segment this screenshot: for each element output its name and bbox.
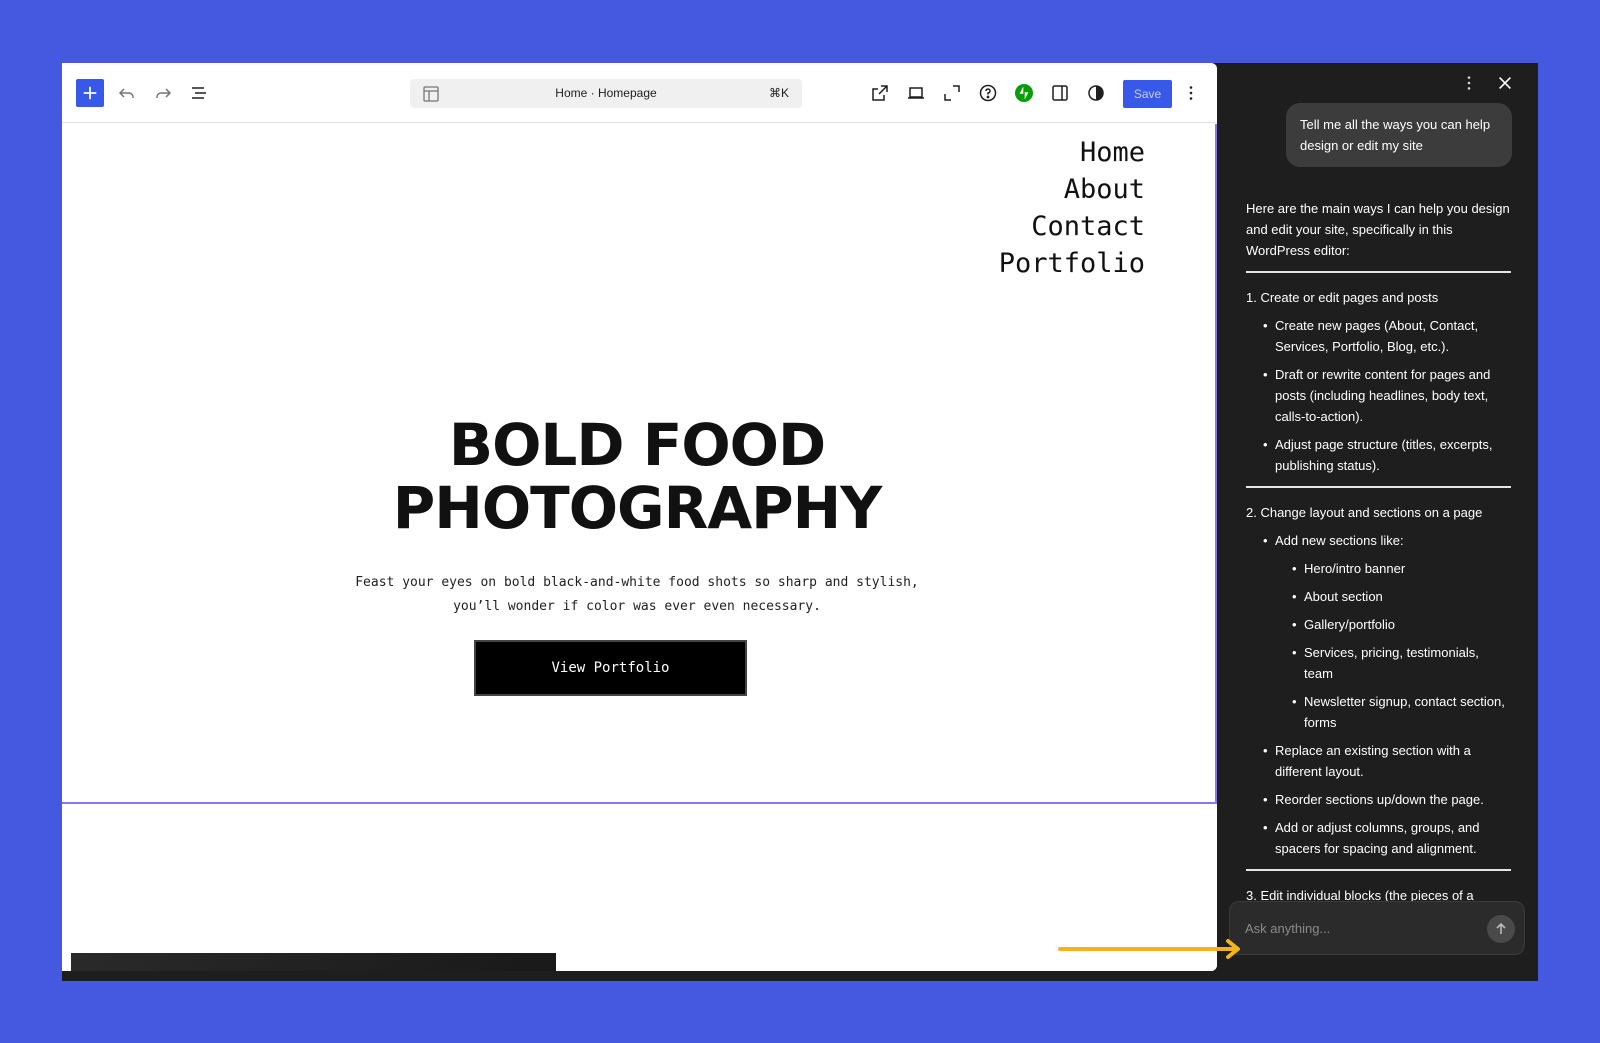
view-site-button[interactable] — [866, 79, 894, 107]
more-vertical-icon — [1467, 76, 1471, 90]
nav-item-home[interactable]: Home — [999, 134, 1145, 171]
list-item-lead: Add new sections like: — [1275, 533, 1404, 548]
undo-button[interactable] — [113, 79, 141, 107]
save-button[interactable]: Save — [1123, 80, 1172, 108]
hero-heading-line1: BOLD FOOD — [448, 411, 826, 479]
styles-icon — [1088, 85, 1104, 101]
document-bar[interactable]: Home · Homepage ⌘K — [410, 79, 802, 108]
view-portfolio-button[interactable]: View Portfolio — [474, 640, 747, 696]
plus-icon — [83, 86, 97, 100]
next-section[interactable] — [62, 808, 1217, 971]
hero-description[interactable]: Feast your eyes on bold black-and-white … — [62, 571, 1212, 619]
nav-item-portfolio[interactable]: Portfolio — [999, 245, 1145, 282]
close-assistant-button[interactable] — [1493, 71, 1517, 95]
sidebar-icon — [1052, 85, 1068, 101]
food-photo[interactable] — [71, 953, 556, 971]
more-vertical-icon — [1189, 86, 1193, 100]
help-button[interactable] — [974, 79, 1002, 107]
editor-canvas[interactable]: Home About Contact Portfolio BOLD FOOD P… — [62, 124, 1217, 804]
external-link-icon — [872, 85, 888, 101]
fullscreen-icon — [944, 85, 960, 101]
settings-sidebar-button[interactable] — [1046, 79, 1074, 107]
list-item: Adjust page structure (titles, excerpts,… — [1246, 434, 1511, 476]
jetpack-icon — [1015, 84, 1033, 102]
user-message-bubble: Tell me all the ways you can help design… — [1286, 103, 1512, 167]
list-item: Draft or rewrite content for pages and p… — [1246, 364, 1511, 427]
list-view-button[interactable] — [185, 79, 213, 107]
sub-list-item: Newsletter signup, contact section, form… — [1275, 691, 1511, 733]
divider — [1246, 869, 1511, 871]
hero-heading[interactable]: BOLD FOOD PHOTOGRAPHY — [62, 414, 1212, 540]
ai-assistant-panel: Tell me all the ways you can help design… — [1217, 63, 1538, 981]
list-item: Replace an existing section with a diffe… — [1246, 740, 1511, 782]
add-block-button[interactable] — [76, 79, 104, 107]
document-title: Home · Homepage — [555, 86, 657, 100]
site-editor: Home · Homepage ⌘K Save Home About Conta… — [62, 63, 1217, 971]
styles-button[interactable] — [1082, 79, 1110, 107]
arrow-up-icon — [1496, 922, 1506, 934]
assistant-reply: Here are the main ways I can help you de… — [1246, 198, 1511, 968]
send-button[interactable] — [1487, 915, 1515, 943]
jetpack-button[interactable] — [1010, 79, 1038, 107]
assistant-options-button[interactable] — [1457, 71, 1481, 95]
sub-list: Hero/intro banner About section Gallery/… — [1275, 558, 1511, 733]
nav-item-about[interactable]: About — [999, 171, 1145, 208]
list-item: Add new sections like: Hero/intro banner… — [1246, 530, 1511, 733]
command-shortcut: ⌘K — [768, 86, 789, 100]
editor-toolbar: Home · Homepage ⌘K Save — [62, 63, 1217, 123]
divider — [1246, 486, 1511, 488]
fullscreen-button[interactable] — [938, 79, 966, 107]
device-preview-button[interactable] — [902, 79, 930, 107]
nav-item-contact[interactable]: Contact — [999, 208, 1145, 245]
desktop-icon — [908, 87, 924, 99]
undo-icon — [118, 88, 134, 98]
options-button[interactable] — [1177, 79, 1205, 107]
list-item: Reorder sections up/down the page. — [1246, 789, 1511, 810]
sub-list-item: Hero/intro banner — [1275, 558, 1511, 579]
redo-button[interactable] — [149, 79, 177, 107]
list-item: Add or adjust columns, groups, and space… — [1246, 817, 1511, 859]
chat-input-container — [1229, 901, 1525, 955]
list-view-icon — [192, 87, 206, 99]
reply-intro: Here are the main ways I can help you de… — [1246, 201, 1510, 258]
close-icon — [1499, 77, 1511, 89]
sub-list-item: About section — [1275, 586, 1511, 607]
hero-heading-line2: PHOTOGRAPHY — [392, 474, 882, 542]
section-list: Create new pages (About, Contact, Servic… — [1246, 315, 1511, 476]
list-item: Create new pages (About, Contact, Servic… — [1246, 315, 1511, 357]
help-icon — [979, 84, 997, 102]
divider — [1246, 271, 1511, 273]
section-heading: 2. Change layout and sections on a page — [1246, 505, 1483, 520]
redo-icon — [156, 88, 172, 98]
chat-input[interactable] — [1230, 902, 1470, 954]
sub-list-item: Gallery/portfolio — [1275, 614, 1511, 635]
annotation-arrow-icon — [1058, 939, 1240, 959]
sub-list-item: Services, pricing, testimonials, team — [1275, 642, 1511, 684]
site-navigation: Home About Contact Portfolio — [999, 134, 1145, 282]
section-list: Add new sections like: Hero/intro banner… — [1246, 530, 1511, 859]
section-heading: 1. Create or edit pages and posts — [1246, 290, 1439, 305]
